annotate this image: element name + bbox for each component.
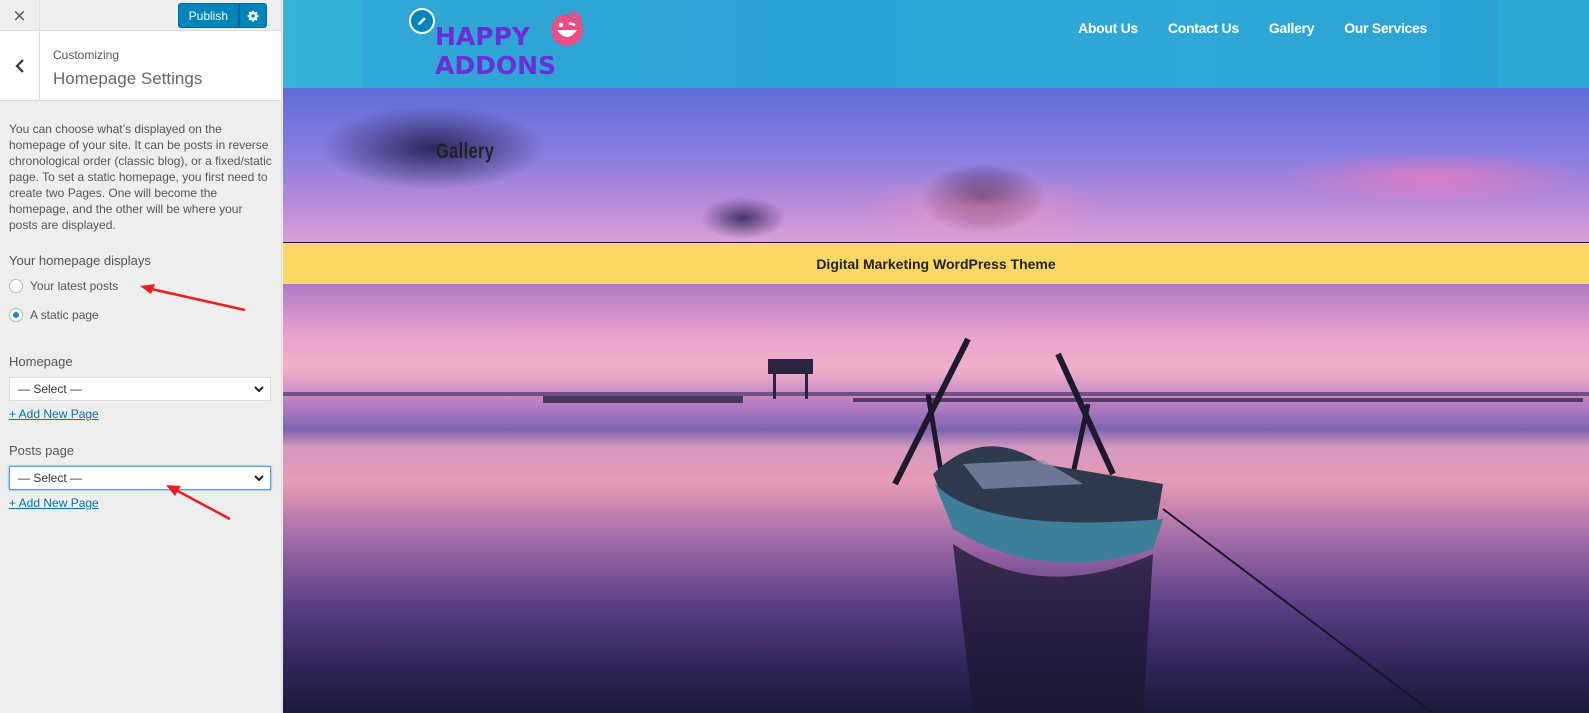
hero-title: Gallery xyxy=(436,140,495,163)
annotation-arrow-icon xyxy=(166,485,231,521)
section-title: Homepage Settings xyxy=(53,69,203,88)
publish-group: Publish xyxy=(177,3,267,28)
homepage-label: Homepage xyxy=(9,354,73,369)
radio-button[interactable] xyxy=(9,279,23,293)
customizer-topbar: × Publish xyxy=(0,0,281,31)
publish-button[interactable]: Publish xyxy=(177,3,239,28)
chevron-left-icon xyxy=(14,58,24,73)
breadcrumb: Customizing xyxy=(53,48,120,62)
site-nav: About Us Contact Us Gallery Our Services xyxy=(1048,20,1427,36)
publish-settings-button[interactable] xyxy=(239,3,267,28)
banner-text: Digital Marketing WordPress Theme xyxy=(816,255,1056,272)
nav-about-us[interactable]: About Us xyxy=(1078,20,1138,36)
sunset-boat-photo xyxy=(283,284,1589,713)
smiley-logo-icon xyxy=(551,10,583,46)
banner: Digital Marketing WordPress Theme xyxy=(283,243,1589,284)
radio-label: Your latest posts xyxy=(30,279,119,293)
back-button[interactable] xyxy=(0,31,40,100)
nav-gallery[interactable]: Gallery xyxy=(1269,20,1315,36)
site-preview: HAPPY ADDONS About Us Contact Us Gallery… xyxy=(283,0,1589,713)
customizer-app: × Publish Customizing Homepage Settings … xyxy=(0,0,1589,713)
posts-page-select-value: — Select — xyxy=(18,471,83,485)
gear-icon xyxy=(247,10,259,22)
site-logo[interactable]: HAPPY ADDONS xyxy=(435,8,587,82)
customizer-sidebar: × Publish Customizing Homepage Settings … xyxy=(0,0,282,713)
pencil-icon xyxy=(418,17,426,25)
annotation-arrow-icon xyxy=(140,284,246,312)
section-header: Customizing Homepage Settings xyxy=(0,31,281,101)
section-description: You can choose what’s displayed on the h… xyxy=(9,122,272,232)
homepage-select-value: — Select — xyxy=(18,382,83,396)
chevron-down-icon xyxy=(254,474,264,481)
radio-button-checked[interactable] xyxy=(9,308,23,322)
hero-section: Gallery xyxy=(283,88,1589,242)
posts-page-label: Posts page xyxy=(9,443,75,458)
close-customizer-button[interactable]: × xyxy=(0,0,40,31)
add-new-posts-page-link[interactable]: + Add New Page xyxy=(9,496,99,510)
homepage-displays-label: Your homepage displays xyxy=(9,253,151,268)
photo-illustration xyxy=(283,337,1589,713)
close-icon: × xyxy=(12,5,27,26)
nav-our-services[interactable]: Our Services xyxy=(1344,20,1427,36)
edit-shortcut-button[interactable] xyxy=(409,8,435,34)
homepage-select[interactable]: — Select — xyxy=(9,377,271,401)
logo-text-line1: HAPPY xyxy=(435,22,531,51)
logo-text-line2: ADDONS xyxy=(435,51,557,80)
radio-label: A static page xyxy=(30,308,99,322)
chevron-down-icon xyxy=(254,385,264,392)
nav-contact-us[interactable]: Contact Us xyxy=(1168,20,1239,36)
add-new-homepage-link[interactable]: + Add New Page xyxy=(9,407,99,421)
site-header: HAPPY ADDONS About Us Contact Us Gallery… xyxy=(283,0,1589,88)
